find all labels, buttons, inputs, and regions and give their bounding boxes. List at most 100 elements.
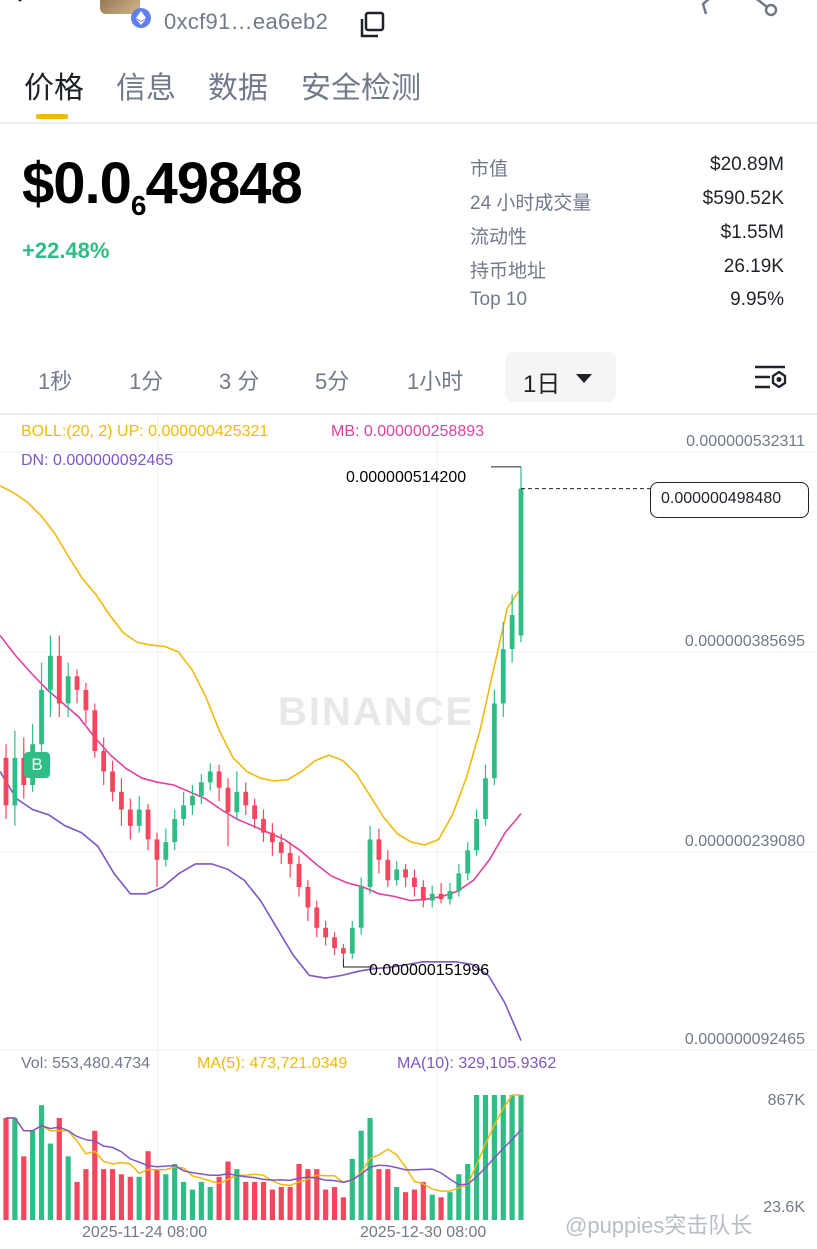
volume-bars	[3, 1094, 524, 1220]
volume-bar	[482, 1095, 489, 1220]
candle-body	[127, 809, 133, 826]
candle-body	[92, 710, 98, 752]
candle-body	[207, 771, 213, 783]
candle-body	[358, 887, 364, 928]
volume-bar	[127, 1176, 133, 1220]
volume-bar	[38, 1105, 45, 1220]
boll-mid-line	[0, 635, 522, 902]
volume-bar	[65, 1156, 71, 1220]
volume-bar	[145, 1151, 151, 1220]
date-label: 2025-11-24 08:00	[82, 1224, 208, 1241]
candle-body	[278, 842, 284, 854]
candle-body	[145, 809, 151, 840]
volume-bar	[340, 1197, 347, 1220]
high-price-label: 0.000000514200	[346, 469, 467, 486]
volume-bar	[172, 1164, 178, 1220]
candle-body	[367, 839, 373, 888]
volume-bar	[509, 1095, 515, 1220]
volume-bar	[402, 1192, 409, 1220]
price-axis-label: 0.000000239080	[684, 833, 805, 850]
boll-upper-readout: BOLL:(20, 2) UP: 0.000000425321	[21, 423, 269, 440]
ma5-line	[6, 1094, 521, 1192]
boll-upper-line	[0, 485, 522, 846]
candle-body	[305, 887, 311, 908]
volume-bar	[225, 1161, 231, 1220]
volume-axis-label: 23.6K	[763, 1199, 805, 1216]
candle-body	[181, 805, 186, 820]
candle-body	[403, 869, 408, 878]
boll-mid-readout: MB: 0.000000258893	[331, 423, 485, 440]
volume-bar	[474, 1095, 480, 1220]
volume-bar	[456, 1174, 462, 1220]
volume-bar	[30, 1130, 36, 1220]
candle-body	[234, 791, 240, 813]
chart-grid	[0, 415, 817, 1215]
boll-lower-readout: DN: 0.000000092465	[21, 452, 174, 469]
last-price-tag: 0.000000498480	[650, 482, 809, 518]
boll-lower-line	[0, 770, 522, 1041]
candle-body	[447, 891, 453, 900]
candle-body	[491, 703, 497, 779]
candle-body	[500, 649, 506, 704]
candle-body	[74, 676, 80, 690]
volume-bar	[518, 1095, 524, 1220]
volume-bar	[323, 1189, 329, 1220]
candle-body	[518, 488, 524, 636]
price-axis-label: 0.000000532311	[686, 433, 805, 450]
candle-body	[429, 893, 435, 901]
candle-body	[385, 859, 391, 881]
volume-bar	[189, 1189, 196, 1220]
volume-bar	[465, 1164, 471, 1220]
candle-body	[261, 819, 266, 833]
volume-bar	[296, 1164, 302, 1220]
volume-bar	[287, 1187, 293, 1220]
volume-bar	[47, 1143, 53, 1220]
volume-bar	[21, 1156, 27, 1220]
volume-bar	[56, 1117, 62, 1220]
candle-body	[412, 877, 417, 888]
volume-bar	[349, 1158, 355, 1220]
candle-body	[119, 791, 124, 810]
volume-bar	[74, 1181, 80, 1220]
volume-bar	[500, 1095, 506, 1220]
price-axis-label: 0.000000092465	[684, 1031, 805, 1048]
volume-readout: Vol: 553,480.4734	[21, 1055, 151, 1072]
candle-body	[154, 839, 160, 860]
candle-body	[3, 757, 9, 806]
volume-bar	[243, 1181, 249, 1220]
volume-bar	[136, 1176, 142, 1220]
volume-bar	[12, 1117, 18, 1220]
volume-bar	[447, 1192, 453, 1220]
ma5-readout: MA(5): 473,721.0349	[197, 1055, 348, 1072]
candle-body	[509, 615, 515, 650]
candle-body	[65, 676, 71, 704]
candle-body	[269, 832, 275, 843]
candle-body	[314, 907, 320, 928]
candle-body	[12, 757, 18, 806]
candle-body	[110, 771, 115, 792]
volume-bar	[180, 1181, 187, 1220]
buy-marker[interactable]: B	[24, 752, 50, 778]
volume-bar	[429, 1194, 435, 1220]
bollinger-bands	[0, 485, 522, 1041]
volume-axis-label: 867K	[767, 1092, 805, 1109]
candle-body	[474, 819, 480, 851]
low-price-label: 0.000000151996	[369, 962, 490, 979]
volume-bar	[163, 1174, 169, 1220]
candle-body	[243, 791, 249, 806]
volume-bar	[385, 1169, 391, 1220]
volume-bar	[438, 1197, 444, 1220]
candle-body	[287, 853, 293, 864]
volume-bar	[109, 1169, 116, 1220]
volume-bar	[198, 1181, 204, 1220]
volume-bar	[101, 1169, 107, 1220]
candle-body	[341, 948, 346, 954]
candle-body	[225, 787, 231, 813]
candle-body	[216, 771, 222, 788]
volume-bar	[411, 1189, 418, 1220]
volume-bar	[118, 1174, 125, 1220]
candlesticks	[3, 466, 524, 960]
candle-body	[420, 887, 426, 901]
candle-body	[83, 689, 89, 711]
candle-body	[56, 655, 62, 704]
